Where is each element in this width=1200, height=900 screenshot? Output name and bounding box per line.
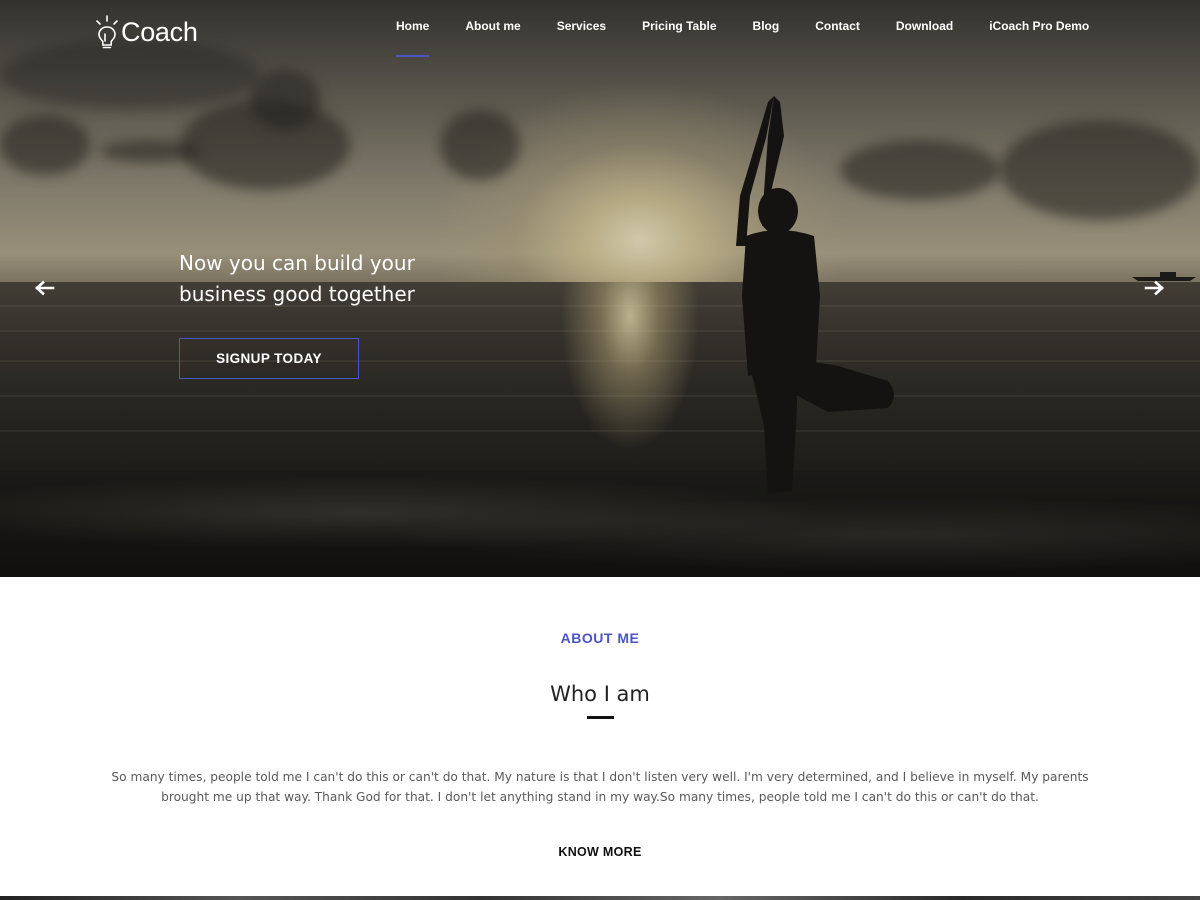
arrow-right-icon[interactable] bbox=[1143, 278, 1165, 298]
next-section-image bbox=[0, 896, 1200, 900]
hero-title: Now you can build your business good tog… bbox=[179, 248, 509, 310]
signup-button[interactable]: SIGNUP TODAY bbox=[179, 338, 359, 379]
hero-title-line1: Now you can build your bbox=[179, 251, 415, 275]
title-divider bbox=[587, 716, 614, 719]
main-nav: Home About me Services Pricing Table Blo… bbox=[378, 18, 1107, 58]
boat-icon bbox=[1132, 272, 1196, 281]
nav-item-icoach-pro-demo[interactable]: iCoach Pro Demo bbox=[971, 18, 1107, 58]
logo[interactable]: Coach bbox=[94, 14, 198, 50]
nav-item-pricing-table[interactable]: Pricing Table bbox=[624, 18, 734, 58]
nav-item-blog[interactable]: Blog bbox=[735, 18, 798, 58]
about-text: So many times, people told me I can't do… bbox=[111, 770, 1089, 804]
nav-item-home[interactable]: Home bbox=[378, 18, 447, 58]
section-label: ABOUT ME bbox=[560, 630, 640, 646]
nav-item-download[interactable]: Download bbox=[878, 18, 971, 58]
hero-title-line2: business good together bbox=[179, 282, 415, 306]
know-more-link[interactable]: KNOW MORE bbox=[0, 845, 1200, 859]
arrow-left-icon[interactable] bbox=[34, 278, 56, 298]
hero-slider: Coach Home About me Services Pricing Tab… bbox=[0, 0, 1200, 577]
nav-item-contact[interactable]: Contact bbox=[797, 18, 878, 58]
section-title: Who I am bbox=[550, 682, 650, 706]
nav-item-services[interactable]: Services bbox=[539, 18, 624, 58]
brand-name: Coach bbox=[121, 16, 198, 47]
lightbulb-icon bbox=[96, 15, 118, 49]
nav-item-about-me[interactable]: About me bbox=[447, 18, 538, 58]
yoga-silhouette bbox=[736, 96, 894, 494]
